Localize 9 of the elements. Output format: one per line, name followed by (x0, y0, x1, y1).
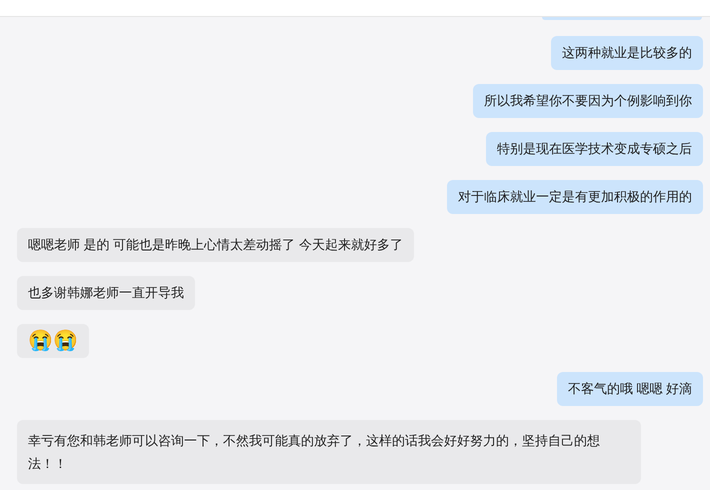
message-bubble: 也多谢韩娜老师一直开导我 (17, 276, 195, 310)
message-bubble: 😭😭 (17, 324, 89, 358)
message-bubble: 幸亏有您和韩老师可以咨询一下，不然我可能真的放弃了，这样的话我会好好努力的，坚持自己的想法！！ (17, 420, 641, 484)
message-bubble: 特别是现在医学技术变成专硕之后 (486, 132, 703, 166)
message-bubble: 这两种就业是比较多的 (551, 36, 703, 70)
message-bubble: 不客气的哦 嗯嗯 好滴 (556, 372, 703, 406)
message-bubble: 所以我希望你不要因为个例影响到你 (473, 84, 703, 118)
message-bubble: 对于临床就业一定是有更加积极的作用的 (447, 180, 703, 214)
message-bubble: 嗯嗯老师 是的 可能也是昨晚上心情太差动摇了 今天起来就好多了 (17, 228, 414, 262)
